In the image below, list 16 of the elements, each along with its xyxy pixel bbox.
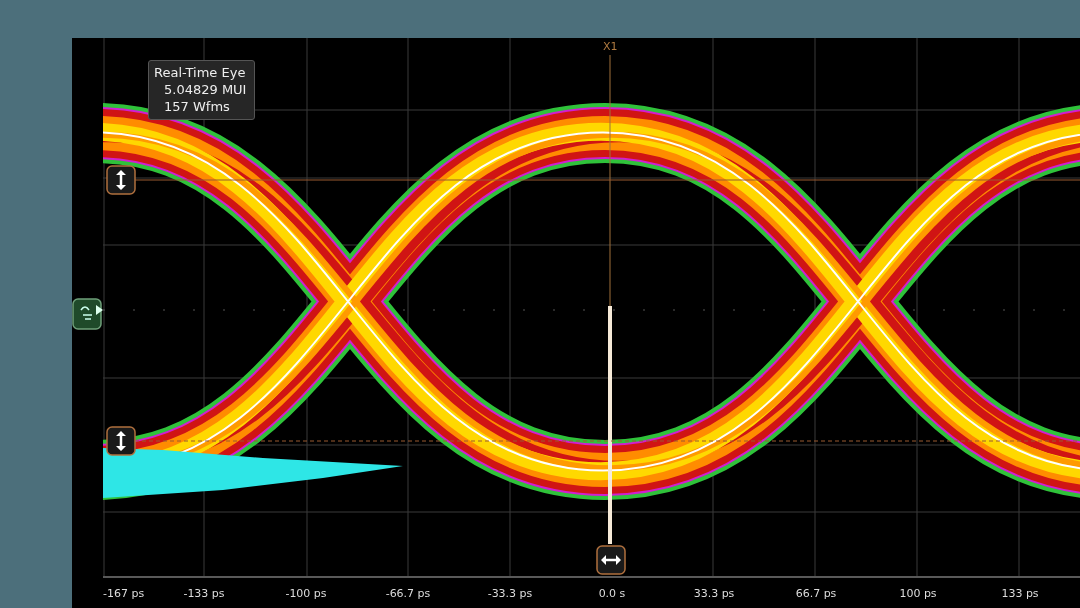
readout-value: 157 Wfms [163,98,231,115]
axis-tick-label: -133 ps [183,586,225,600]
level-marker-icon[interactable] [72,298,104,330]
axis-tick-label: 0.0 s [598,586,626,600]
axis-tick-label: 133 ps [1001,586,1039,600]
axis-tick-label: 33.3 ps [693,586,735,600]
axis-tick-label: 66.7 ps [795,586,837,600]
cursor-label: X1 [603,40,618,53]
cursor-line[interactable] [608,54,612,544]
axis-tick-label: -66.7 ps [385,586,431,600]
axis-tick-label: -33.3 ps [487,586,533,600]
axis-tick-label: -100 ps [285,586,327,600]
axis-tick-label: -167 ps [103,586,145,600]
readout-title: Real-Time Eye [154,64,247,81]
axis-tick-label: 100 ps [899,586,937,600]
readout-value: 5.04829 MUI [163,81,247,98]
